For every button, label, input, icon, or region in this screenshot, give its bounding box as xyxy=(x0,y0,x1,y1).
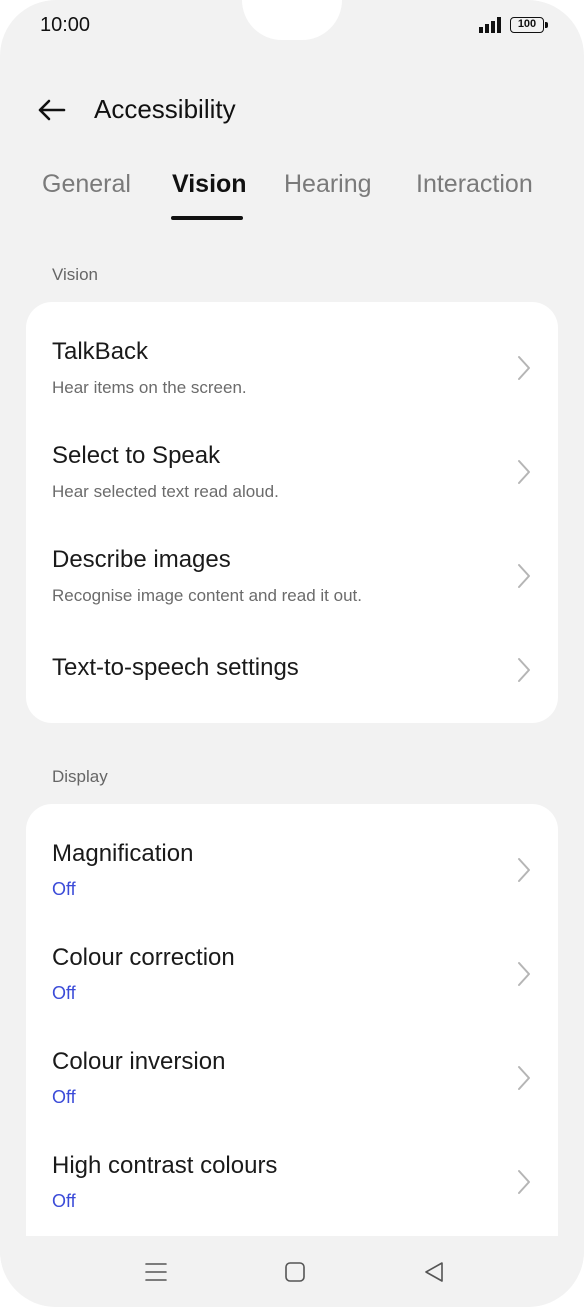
chevron-right-icon xyxy=(518,460,530,484)
item-title: Magnification xyxy=(52,840,194,867)
item-status: Off xyxy=(52,1191,76,1211)
chevron-right-icon xyxy=(518,1066,530,1090)
signal-icon xyxy=(479,17,501,33)
item-subtitle: Hear items on the screen. xyxy=(52,378,247,397)
list-item-magnification[interactable]: Magnification Off xyxy=(26,804,558,908)
item-status: Off xyxy=(52,983,76,1003)
tab-bar: General Vision Hearing Interaction xyxy=(0,160,584,224)
vision-card: TalkBack Hear items on the screen. Selec… xyxy=(26,302,558,723)
chevron-right-icon xyxy=(518,1170,530,1194)
item-title: Colour inversion xyxy=(52,1048,226,1075)
tab-general[interactable]: General xyxy=(42,170,131,199)
chevron-right-icon xyxy=(518,658,530,682)
navigation-bar xyxy=(0,1236,584,1307)
item-title: Describe images xyxy=(52,546,231,573)
item-title: Select to Speak xyxy=(52,442,221,469)
item-title: TalkBack xyxy=(52,338,149,365)
status-bar: 10:00 100 xyxy=(0,0,584,52)
list-item-select-to-speak[interactable]: Select to Speak Hear selected text read … xyxy=(26,406,558,510)
list-item-talkback[interactable]: TalkBack Hear items on the screen. xyxy=(26,302,558,406)
phone-screen: 10:00 100 Accessibility General Vision H… xyxy=(0,0,584,1307)
back-arrow-icon[interactable] xyxy=(34,92,70,128)
item-status: Off xyxy=(52,1087,76,1107)
section-title-display: Display xyxy=(52,767,108,786)
list-item-text-to-speech[interactable]: Text-to-speech settings xyxy=(26,614,558,723)
chevron-right-icon xyxy=(518,962,530,986)
chevron-right-icon xyxy=(518,858,530,882)
chevron-right-icon xyxy=(518,564,530,588)
header: Accessibility xyxy=(0,80,584,140)
chevron-right-icon xyxy=(518,356,530,380)
list-item-high-contrast-colours[interactable]: High contrast colours Off xyxy=(26,1116,558,1220)
list-item-describe-images[interactable]: Describe images Recognise image content … xyxy=(26,510,558,614)
display-card: Magnification Off Colour correction Off … xyxy=(26,804,558,1274)
item-title: Text-to-speech settings xyxy=(52,654,299,681)
item-title: High contrast colours xyxy=(52,1152,278,1179)
page-title: Accessibility xyxy=(94,94,236,124)
menu-icon[interactable] xyxy=(142,1258,170,1286)
tab-vision[interactable]: Vision xyxy=(172,170,247,199)
battery-icon: 100 xyxy=(510,17,548,33)
list-item-colour-inversion[interactable]: Colour inversion Off xyxy=(26,1012,558,1116)
home-icon[interactable] xyxy=(281,1258,309,1286)
item-subtitle: Recognise image content and read it out. xyxy=(52,586,362,605)
active-tab-indicator xyxy=(171,216,243,220)
item-status: Off xyxy=(52,879,76,899)
tab-hearing[interactable]: Hearing xyxy=(284,170,372,199)
item-title: Colour correction xyxy=(52,944,235,971)
section-title-vision: Vision xyxy=(52,265,98,284)
list-item-colour-correction[interactable]: Colour correction Off xyxy=(26,908,558,1012)
back-triangle-icon[interactable] xyxy=(420,1258,448,1286)
tab-interaction[interactable]: Interaction xyxy=(416,170,533,199)
item-subtitle: Hear selected text read aloud. xyxy=(52,482,279,501)
status-time: 10:00 xyxy=(40,14,91,36)
